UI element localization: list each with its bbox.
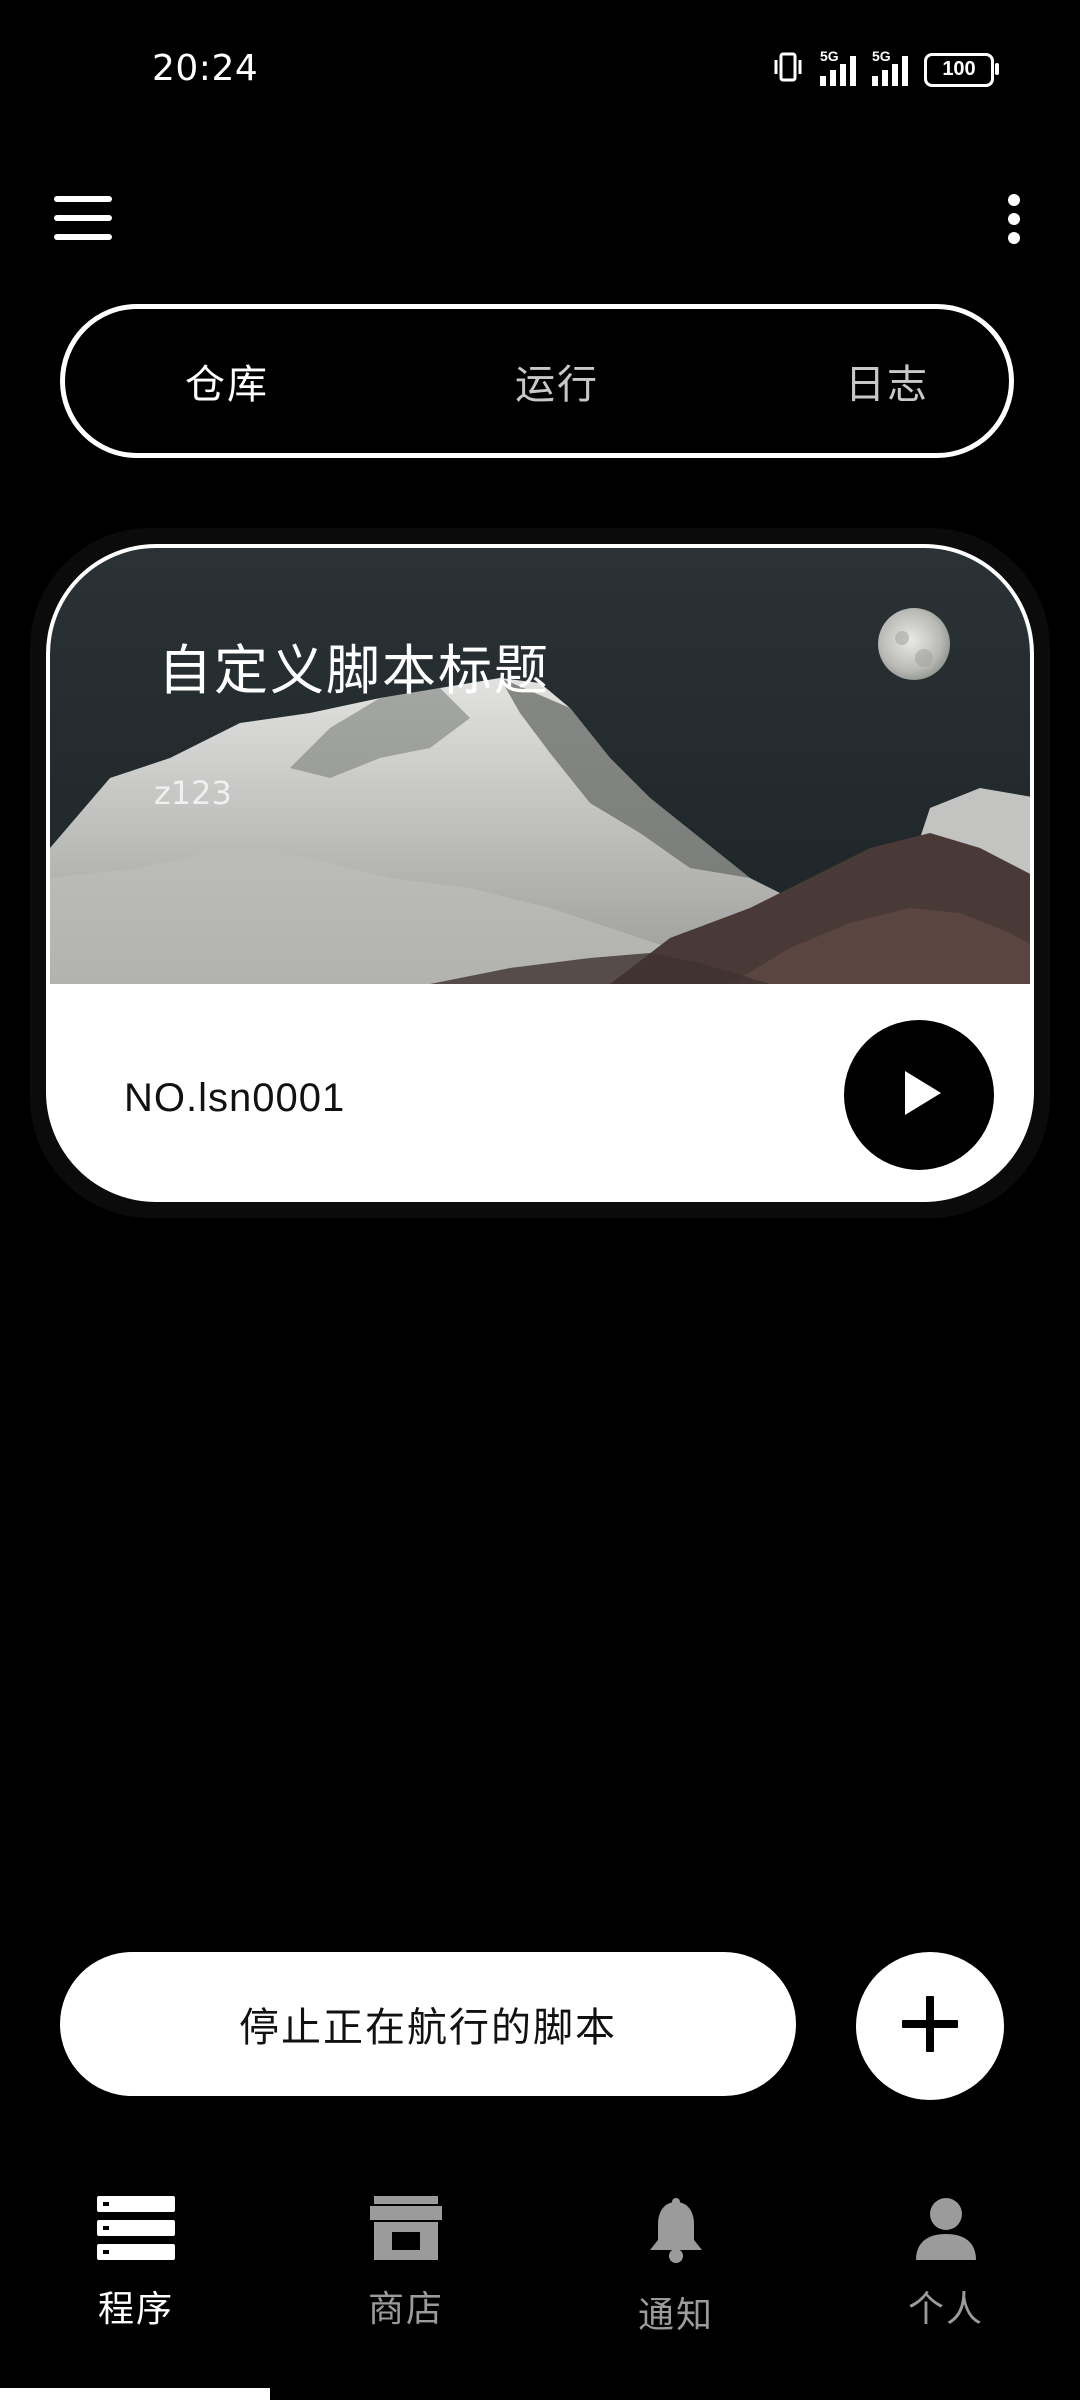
more-vertical-icon[interactable]	[1002, 194, 1026, 244]
script-number: NO.lsn0001	[124, 1076, 346, 1120]
nav-label-store: 商店	[367, 2289, 444, 2330]
card-footer: NO.lsn0001	[50, 984, 1030, 1198]
person-icon	[914, 2196, 978, 2264]
battery-icon: 100	[924, 52, 999, 87]
mountain-image	[50, 548, 1030, 984]
status-icons: 5G 5G 100	[772, 48, 999, 89]
nav-store[interactable]: 商店	[336, 2196, 476, 2332]
signal-5g-icon: 5G	[820, 48, 856, 86]
status-time: 20:24	[152, 48, 259, 89]
card-subtitle: z123	[154, 774, 232, 812]
add-script-button[interactable]	[856, 1952, 1004, 2100]
nav-label-notifications: 通知	[637, 2295, 714, 2336]
signal-5g-icon: 5G	[872, 48, 908, 86]
menu-icon[interactable]	[54, 196, 112, 240]
play-button[interactable]	[844, 1020, 994, 1170]
store-icon	[370, 2196, 442, 2264]
tab-log[interactable]: 日志	[845, 352, 929, 410]
list-icon	[97, 2196, 175, 2264]
tab-warehouse[interactable]: 仓库	[185, 352, 269, 410]
nav-program[interactable]: 程序	[66, 2196, 206, 2332]
stop-running-scripts-button[interactable]: 停止正在航行的脚本	[60, 1952, 796, 2096]
plus-icon	[898, 1992, 962, 2060]
tab-bar: 仓库 运行 日志	[60, 304, 1014, 458]
vibrate-icon	[772, 50, 804, 89]
tab-running[interactable]: 运行	[515, 352, 599, 410]
battery-level: 100	[942, 58, 976, 80]
play-icon	[887, 1061, 951, 1129]
nav-profile[interactable]: 个人	[876, 2196, 1016, 2332]
nav-notifications[interactable]: 通知	[606, 2196, 746, 2338]
nav-label-program: 程序	[97, 2289, 174, 2330]
card-title: 自定义脚本标题	[158, 639, 550, 702]
home-indicator	[0, 2388, 270, 2400]
nav-label-profile: 个人	[907, 2289, 984, 2330]
script-card[interactable]: 自定义脚本标题 z123 NO.lsn0001	[46, 544, 1034, 1202]
bell-icon	[644, 2196, 708, 2270]
